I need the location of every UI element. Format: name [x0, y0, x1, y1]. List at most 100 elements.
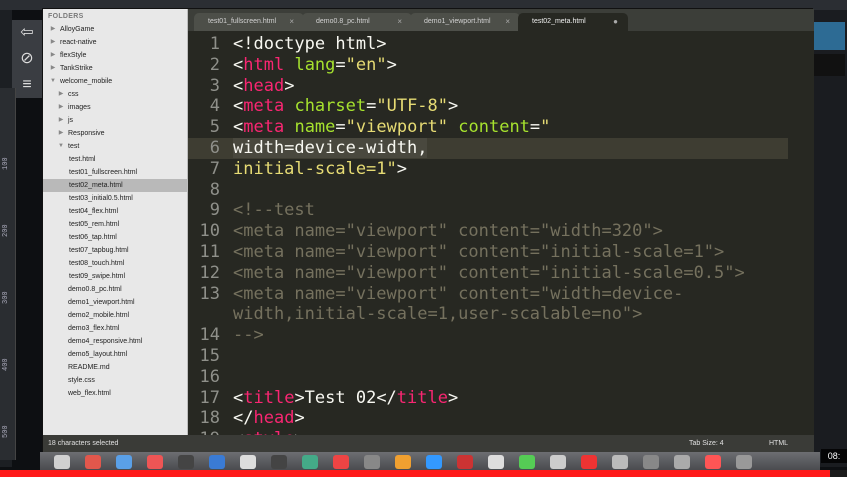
- sidebar-item-test08-touch-html[interactable]: test08_touch.html: [43, 257, 187, 270]
- sidebar-item-demo0-8-pc-html[interactable]: demo0.8_pc.html: [43, 283, 187, 296]
- disclosure-open-icon[interactable]: ▼: [49, 75, 57, 88]
- sidebar-item-welcome-mobile[interactable]: ▼ welcome_mobile: [43, 75, 187, 88]
- code-line[interactable]: 11 <meta name="viewport" content="initial…: [188, 242, 788, 263]
- dock-app-icon[interactable]: [612, 455, 628, 469]
- sidebar-item-alloygame[interactable]: ▶ AlloyGame: [43, 23, 187, 36]
- code-line[interactable]: 4 <meta charset="UTF-8">: [188, 96, 788, 117]
- code-line[interactable]: 3 <head>: [188, 76, 788, 97]
- sidebar-item-test09-swipe-html[interactable]: test09_swipe.html: [43, 270, 187, 283]
- tab-size-indicator[interactable]: Tab Size: 4: [689, 435, 724, 453]
- disclosure-closed-icon[interactable]: ▶: [49, 62, 57, 75]
- sidebar-item-images[interactable]: ▶ images: [43, 101, 187, 114]
- dock-app-icon[interactable]: [209, 455, 225, 469]
- close-tab-icon[interactable]: ×: [289, 13, 294, 31]
- tab-test02-meta-html[interactable]: test02_meta.html ●: [518, 13, 628, 31]
- tab-demo1-viewport-html[interactable]: demo1_viewport.html ×: [410, 13, 520, 31]
- sidebar-item-demo5-layout-html[interactable]: demo5_layout.html: [43, 348, 187, 361]
- code-line[interactable]: 1 <!doctype html>: [188, 34, 788, 55]
- code-line[interactable]: 6 width=device-width,: [188, 138, 788, 159]
- dock-app-icon[interactable]: [581, 455, 597, 469]
- sidebar-item-test-html[interactable]: test.html: [43, 153, 187, 166]
- sidebar-item-react-native[interactable]: ▶ react-native: [43, 36, 187, 49]
- dock-app-icon[interactable]: [457, 455, 473, 469]
- disclosure-closed-icon[interactable]: ▶: [57, 127, 65, 140]
- sidebar-item-js[interactable]: ▶ js: [43, 114, 187, 127]
- code-line[interactable]: 8: [188, 180, 788, 201]
- sidebar-item-test04-flex-html[interactable]: test04_flex.html: [43, 205, 187, 218]
- sidebar-item-test05-rem-html[interactable]: test05_rem.html: [43, 218, 187, 231]
- code-line[interactable]: 5 <meta name="viewport" content=": [188, 117, 788, 138]
- dock-app-icon[interactable]: [395, 455, 411, 469]
- sidebar-item-demo3-flex-html[interactable]: demo3_flex.html: [43, 322, 187, 335]
- disclosure-closed-icon[interactable]: ▶: [57, 114, 65, 127]
- dock-app-icon[interactable]: [736, 455, 752, 469]
- sidebar-item-demo1-viewport-html[interactable]: demo1_viewport.html: [43, 296, 187, 309]
- dock-app-icon[interactable]: [116, 455, 132, 469]
- dock-app-icon[interactable]: [54, 455, 70, 469]
- dock-app-icon[interactable]: [426, 455, 442, 469]
- sidebar-item-label: test09_swipe.html: [69, 273, 126, 280]
- code-line[interactable]: 15: [188, 346, 788, 367]
- sidebar-item-tankstrike[interactable]: ▶ TankStrike: [43, 62, 187, 75]
- disclosure-open-icon[interactable]: ▼: [57, 140, 65, 153]
- code-editor[interactable]: 1 <!doctype html> 2 <html lang="en"> 3 <head>…: [188, 31, 814, 435]
- dock-app-icon[interactable]: [85, 455, 101, 469]
- sidebar-item-test01-fullscreen-html[interactable]: test01_fullscreen.html: [43, 166, 187, 179]
- code-line[interactable]: 16: [188, 367, 788, 388]
- back-arrow-icon[interactable]: ⇦: [12, 20, 42, 46]
- disclosure-closed-icon[interactable]: ▶: [57, 101, 65, 114]
- dock-app-icon[interactable]: [147, 455, 163, 469]
- dock-app-icon[interactable]: [705, 455, 721, 469]
- right-panel-tool-dark[interactable]: [814, 54, 845, 76]
- dock-app-icon[interactable]: [550, 455, 566, 469]
- code-line[interactable]: 2 <html lang="en">: [188, 55, 788, 76]
- code-line[interactable]: width,initial-scale=1,user-scalable=no">: [188, 304, 788, 325]
- disclosure-closed-icon[interactable]: ▶: [57, 88, 65, 101]
- dock-app-icon[interactable]: [240, 455, 256, 469]
- dock-app-icon[interactable]: [488, 455, 504, 469]
- dock-app-icon[interactable]: [519, 455, 535, 469]
- equalizer-icon[interactable]: ≡: [12, 72, 42, 98]
- code-line[interactable]: 12 <meta name="viewport" content="initial…: [188, 263, 788, 284]
- sidebar-item-style-css[interactable]: style.css: [43, 374, 187, 387]
- code-line[interactable]: 9 <!--test: [188, 200, 788, 221]
- disclosure-closed-icon[interactable]: ▶: [49, 36, 57, 49]
- sidebar-item-web-flex-html[interactable]: web_flex.html: [43, 387, 187, 400]
- sidebar-item-test[interactable]: ▼ test: [43, 140, 187, 153]
- disclosure-closed-icon[interactable]: ▶: [49, 23, 57, 36]
- sidebar-item-flexstyle[interactable]: ▶ flexStyle: [43, 49, 187, 62]
- dock-app-icon[interactable]: [271, 455, 287, 469]
- code-line[interactable]: 13 <meta name="viewport" content="width=d…: [188, 284, 788, 305]
- unsaved-dot-icon[interactable]: ●: [613, 13, 618, 31]
- close-tab-icon[interactable]: ×: [505, 13, 510, 31]
- tab-demo0-8-pc-html[interactable]: demo0.8_pc.html ×: [302, 13, 412, 31]
- code-line[interactable]: 14 -->: [188, 325, 788, 346]
- dock-app-icon[interactable]: [643, 455, 659, 469]
- sidebar-item-demo2-mobile-html[interactable]: demo2_mobile.html: [43, 309, 187, 322]
- syntax-indicator[interactable]: HTML: [769, 435, 788, 453]
- sidebar-item-css[interactable]: ▶ css: [43, 88, 187, 101]
- dock-app-icon[interactable]: [364, 455, 380, 469]
- video-progress-bar[interactable]: [0, 470, 847, 477]
- code-line[interactable]: 18 </head>: [188, 408, 788, 429]
- dock-app-icon[interactable]: [178, 455, 194, 469]
- no-entry-icon[interactable]: ⊘: [12, 46, 42, 72]
- code-line[interactable]: 17 <title>Test 02</title>: [188, 388, 788, 409]
- sidebar-item-test06-tap-html[interactable]: test06_tap.html: [43, 231, 187, 244]
- dock-app-icon[interactable]: [302, 455, 318, 469]
- dock-app-icon[interactable]: [674, 455, 690, 469]
- right-panel-tool[interactable]: [814, 22, 845, 50]
- sidebar-item-readme-md[interactable]: README.md: [43, 361, 187, 374]
- sidebar-item-test03-initial0-5-html[interactable]: test03_initial0.5.html: [43, 192, 187, 205]
- disclosure-closed-icon[interactable]: ▶: [49, 49, 57, 62]
- code-token: =: [335, 117, 346, 138]
- sidebar-item-responsive[interactable]: ▶ Responsive: [43, 127, 187, 140]
- sidebar-item-demo4-responsive-html[interactable]: demo4_responsive.html: [43, 335, 187, 348]
- code-line[interactable]: 10 <meta name="viewport" content="width=3…: [188, 221, 788, 242]
- sidebar-item-test07-tapbug-html[interactable]: test07_tapbug.html: [43, 244, 187, 257]
- dock-app-icon[interactable]: [333, 455, 349, 469]
- code-line[interactable]: 7 initial-scale=1">: [188, 159, 788, 180]
- close-tab-icon[interactable]: ×: [397, 13, 402, 31]
- sidebar-item-test02-meta-html[interactable]: test02_meta.html: [43, 179, 187, 192]
- tab-test01-fullscreen-html[interactable]: test01_fullscreen.html ×: [194, 13, 304, 31]
